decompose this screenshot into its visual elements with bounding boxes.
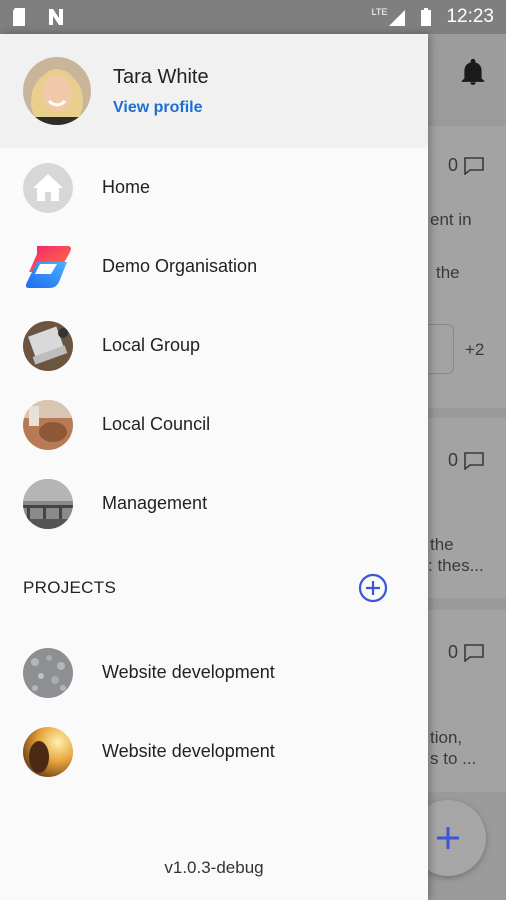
menu-item-label: Website development: [102, 741, 275, 761]
menu-item-label: Demo Organisation: [102, 256, 258, 276]
view-profile-link[interactable]: View profile: [113, 99, 209, 117]
profile-name: Tara White: [113, 65, 209, 88]
add-project-button[interactable]: [358, 573, 388, 603]
battery-icon: [421, 8, 432, 26]
project-item-website-development[interactable]: Website development: [0, 712, 428, 791]
comment-icon: [464, 156, 484, 175]
app-version: v1.0.3-debug: [164, 858, 264, 877]
home-icon: [23, 162, 73, 213]
menu-item-label: Management: [102, 493, 208, 513]
projects-list: Website development Website development: [0, 633, 428, 791]
menu-item-label: Local Council: [102, 414, 211, 434]
avatar[interactable]: [23, 57, 91, 125]
clock: 12:23: [446, 6, 494, 27]
comment-count: 0: [448, 642, 484, 663]
card-chip: [428, 324, 454, 374]
council-avatar: [23, 399, 73, 450]
card-text: the: [430, 535, 454, 554]
menu-item-label: Home: [102, 177, 151, 197]
section-title: PROJECTS: [23, 578, 117, 597]
plus-icon: [437, 827, 459, 849]
project-avatar: [23, 647, 73, 698]
profile-header[interactable]: Tara White View profile: [0, 34, 428, 148]
group-avatar: [23, 320, 73, 371]
status-bar: LTE 12:23: [0, 0, 506, 34]
menu-item-local-group[interactable]: Local Group: [0, 306, 428, 385]
extra-count: +2: [465, 340, 485, 359]
menu-item-management[interactable]: Management: [0, 464, 428, 543]
organisation-logo: [23, 242, 73, 292]
card-text: ent in: [430, 210, 472, 229]
bell-icon[interactable]: [460, 58, 486, 91]
menu-item-demo-organisation[interactable]: Demo Organisation: [0, 227, 428, 306]
menu-item-home[interactable]: Home: [0, 148, 428, 227]
comment-icon: [464, 643, 484, 662]
card-text: : thes...: [428, 556, 484, 575]
signal-icon: LTE: [372, 7, 407, 27]
sd-card-icon: [13, 8, 25, 26]
menu-item-label: Local Group: [102, 335, 201, 355]
comment-count: 0: [448, 450, 484, 471]
project-avatar: [23, 726, 73, 777]
menu-list: Home Demo Organisation Local Group Local…: [0, 148, 428, 543]
menu-item-label: Website development: [102, 662, 275, 682]
menu-item-local-council[interactable]: Local Council: [0, 385, 428, 464]
card-text: s to ...: [430, 749, 477, 768]
projects-section-header: PROJECTS: [0, 543, 428, 633]
navigation-drawer: Tara White View profile Home Demo Organi…: [0, 34, 428, 900]
comment-icon: [464, 451, 484, 470]
n-notification-icon: [49, 9, 63, 25]
comment-count: 0: [448, 155, 484, 176]
card-text: the: [436, 263, 460, 282]
card-text: tion,: [430, 728, 463, 747]
project-item-website-development[interactable]: Website development: [0, 633, 428, 712]
management-avatar: [23, 478, 73, 529]
